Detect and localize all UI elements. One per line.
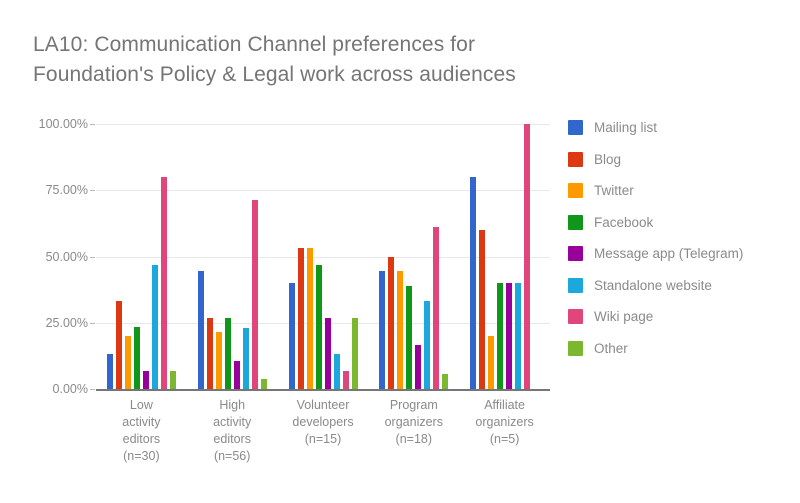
legend-item[interactable]: Twitter — [568, 175, 743, 207]
bar[interactable] — [342, 371, 349, 389]
bar[interactable] — [424, 300, 431, 389]
legend-item[interactable]: Standalone website — [568, 270, 743, 302]
bar[interactable] — [151, 265, 158, 389]
bar[interactable] — [124, 336, 131, 389]
legend-item[interactable]: Mailing list — [568, 112, 743, 144]
bar[interactable] — [324, 318, 331, 389]
legend-label: Facebook — [594, 214, 654, 230]
legend-item[interactable]: Other — [568, 333, 743, 365]
chart-container: LA10: Communication Channel preferences … — [0, 0, 800, 503]
bar[interactable] — [406, 285, 413, 389]
legend-item[interactable]: Blog — [568, 144, 743, 176]
legend-label: Twitter — [594, 183, 634, 199]
bar-group — [470, 124, 539, 389]
gridline-0 — [96, 389, 550, 391]
bar[interactable] — [333, 353, 340, 389]
y-axis-tick-label: 25.00% — [45, 315, 88, 330]
bar[interactable] — [133, 327, 140, 389]
chart-legend: Mailing list Blog Twitter Facebook Message a… — [568, 112, 743, 364]
bar[interactable] — [297, 247, 304, 389]
legend-color-swatch — [568, 120, 583, 136]
legend-label: Wiki page — [594, 309, 654, 325]
legend-color-swatch — [568, 340, 583, 356]
bar-group — [106, 124, 176, 389]
y-axis-tick-label: 100.00% — [38, 117, 88, 131]
bar[interactable] — [260, 379, 267, 389]
y-axis-tick-label: 0.00% — [52, 382, 88, 396]
legend-color-swatch — [568, 183, 583, 199]
bar[interactable] — [515, 283, 522, 389]
legend-item[interactable]: Message app (Telegram) — [568, 238, 743, 270]
x-axis-category-label: Program organizers (n=18) — [384, 398, 443, 446]
legend-color-swatch — [568, 277, 583, 293]
y-axis-tick-label: 50.00% — [45, 249, 88, 264]
y-axis-tick-mark — [90, 124, 95, 125]
legend-label: Message app (Telegram) — [594, 246, 744, 262]
bar[interactable] — [379, 271, 386, 389]
y-axis-tick-label: 75.00% — [45, 183, 88, 198]
chart-title: LA10: Communication Channel preferences … — [33, 33, 516, 86]
bar[interactable] — [388, 256, 395, 389]
bar[interactable] — [497, 283, 504, 389]
bar[interactable] — [470, 177, 477, 389]
bar[interactable] — [288, 283, 295, 389]
bar-group — [197, 124, 267, 389]
bar[interactable] — [351, 318, 358, 389]
y-axis-tick-mark — [90, 322, 95, 324]
legend-label: Mailing list — [594, 120, 658, 136]
legend-color-swatch — [568, 246, 583, 262]
y-axis-tick-mark — [90, 190, 95, 192]
bar[interactable] — [160, 177, 167, 389]
bar[interactable] — [442, 374, 449, 389]
x-axis-category-label: Low activity editors (n=30) — [122, 398, 161, 463]
bar[interactable] — [142, 371, 149, 389]
legend-color-swatch — [568, 151, 583, 167]
bar[interactable] — [433, 227, 440, 389]
legend-label: Blog — [594, 151, 622, 167]
bar-group — [288, 124, 358, 389]
bar[interactable] — [251, 199, 258, 389]
plot-area — [96, 124, 550, 391]
bar[interactable] — [306, 247, 313, 389]
bar[interactable] — [206, 317, 213, 389]
x-axis-category-label: Affiliate organizers (n=5) — [475, 398, 534, 446]
legend-color-swatch — [568, 309, 583, 325]
bar[interactable] — [106, 353, 113, 389]
bar[interactable] — [315, 265, 322, 389]
bar[interactable] — [397, 271, 404, 389]
bar[interactable] — [233, 360, 240, 389]
bar[interactable] — [488, 336, 495, 389]
legend-item[interactable]: Wiki page — [568, 301, 743, 333]
bar[interactable] — [524, 124, 531, 389]
bar[interactable] — [479, 230, 486, 389]
bar[interactable] — [169, 371, 176, 389]
bar[interactable] — [224, 317, 231, 389]
bar[interactable] — [506, 283, 513, 389]
x-axis-category-label: High activity editors (n=56) — [213, 398, 252, 463]
bar[interactable] — [415, 344, 422, 389]
bar-group — [379, 124, 449, 389]
y-axis-tick-mark — [90, 389, 95, 390]
legend-label: Standalone website — [594, 277, 712, 293]
bar[interactable] — [215, 332, 222, 389]
bar[interactable] — [197, 270, 204, 389]
legend-color-swatch — [568, 214, 583, 230]
legend-item[interactable]: Facebook — [568, 207, 743, 239]
bar[interactable] — [115, 300, 122, 389]
x-axis-category-label: Volunteer developers (n=15) — [292, 398, 354, 446]
bar[interactable] — [242, 327, 249, 389]
y-axis-tick-mark — [90, 256, 95, 258]
legend-label: Other — [594, 340, 628, 356]
